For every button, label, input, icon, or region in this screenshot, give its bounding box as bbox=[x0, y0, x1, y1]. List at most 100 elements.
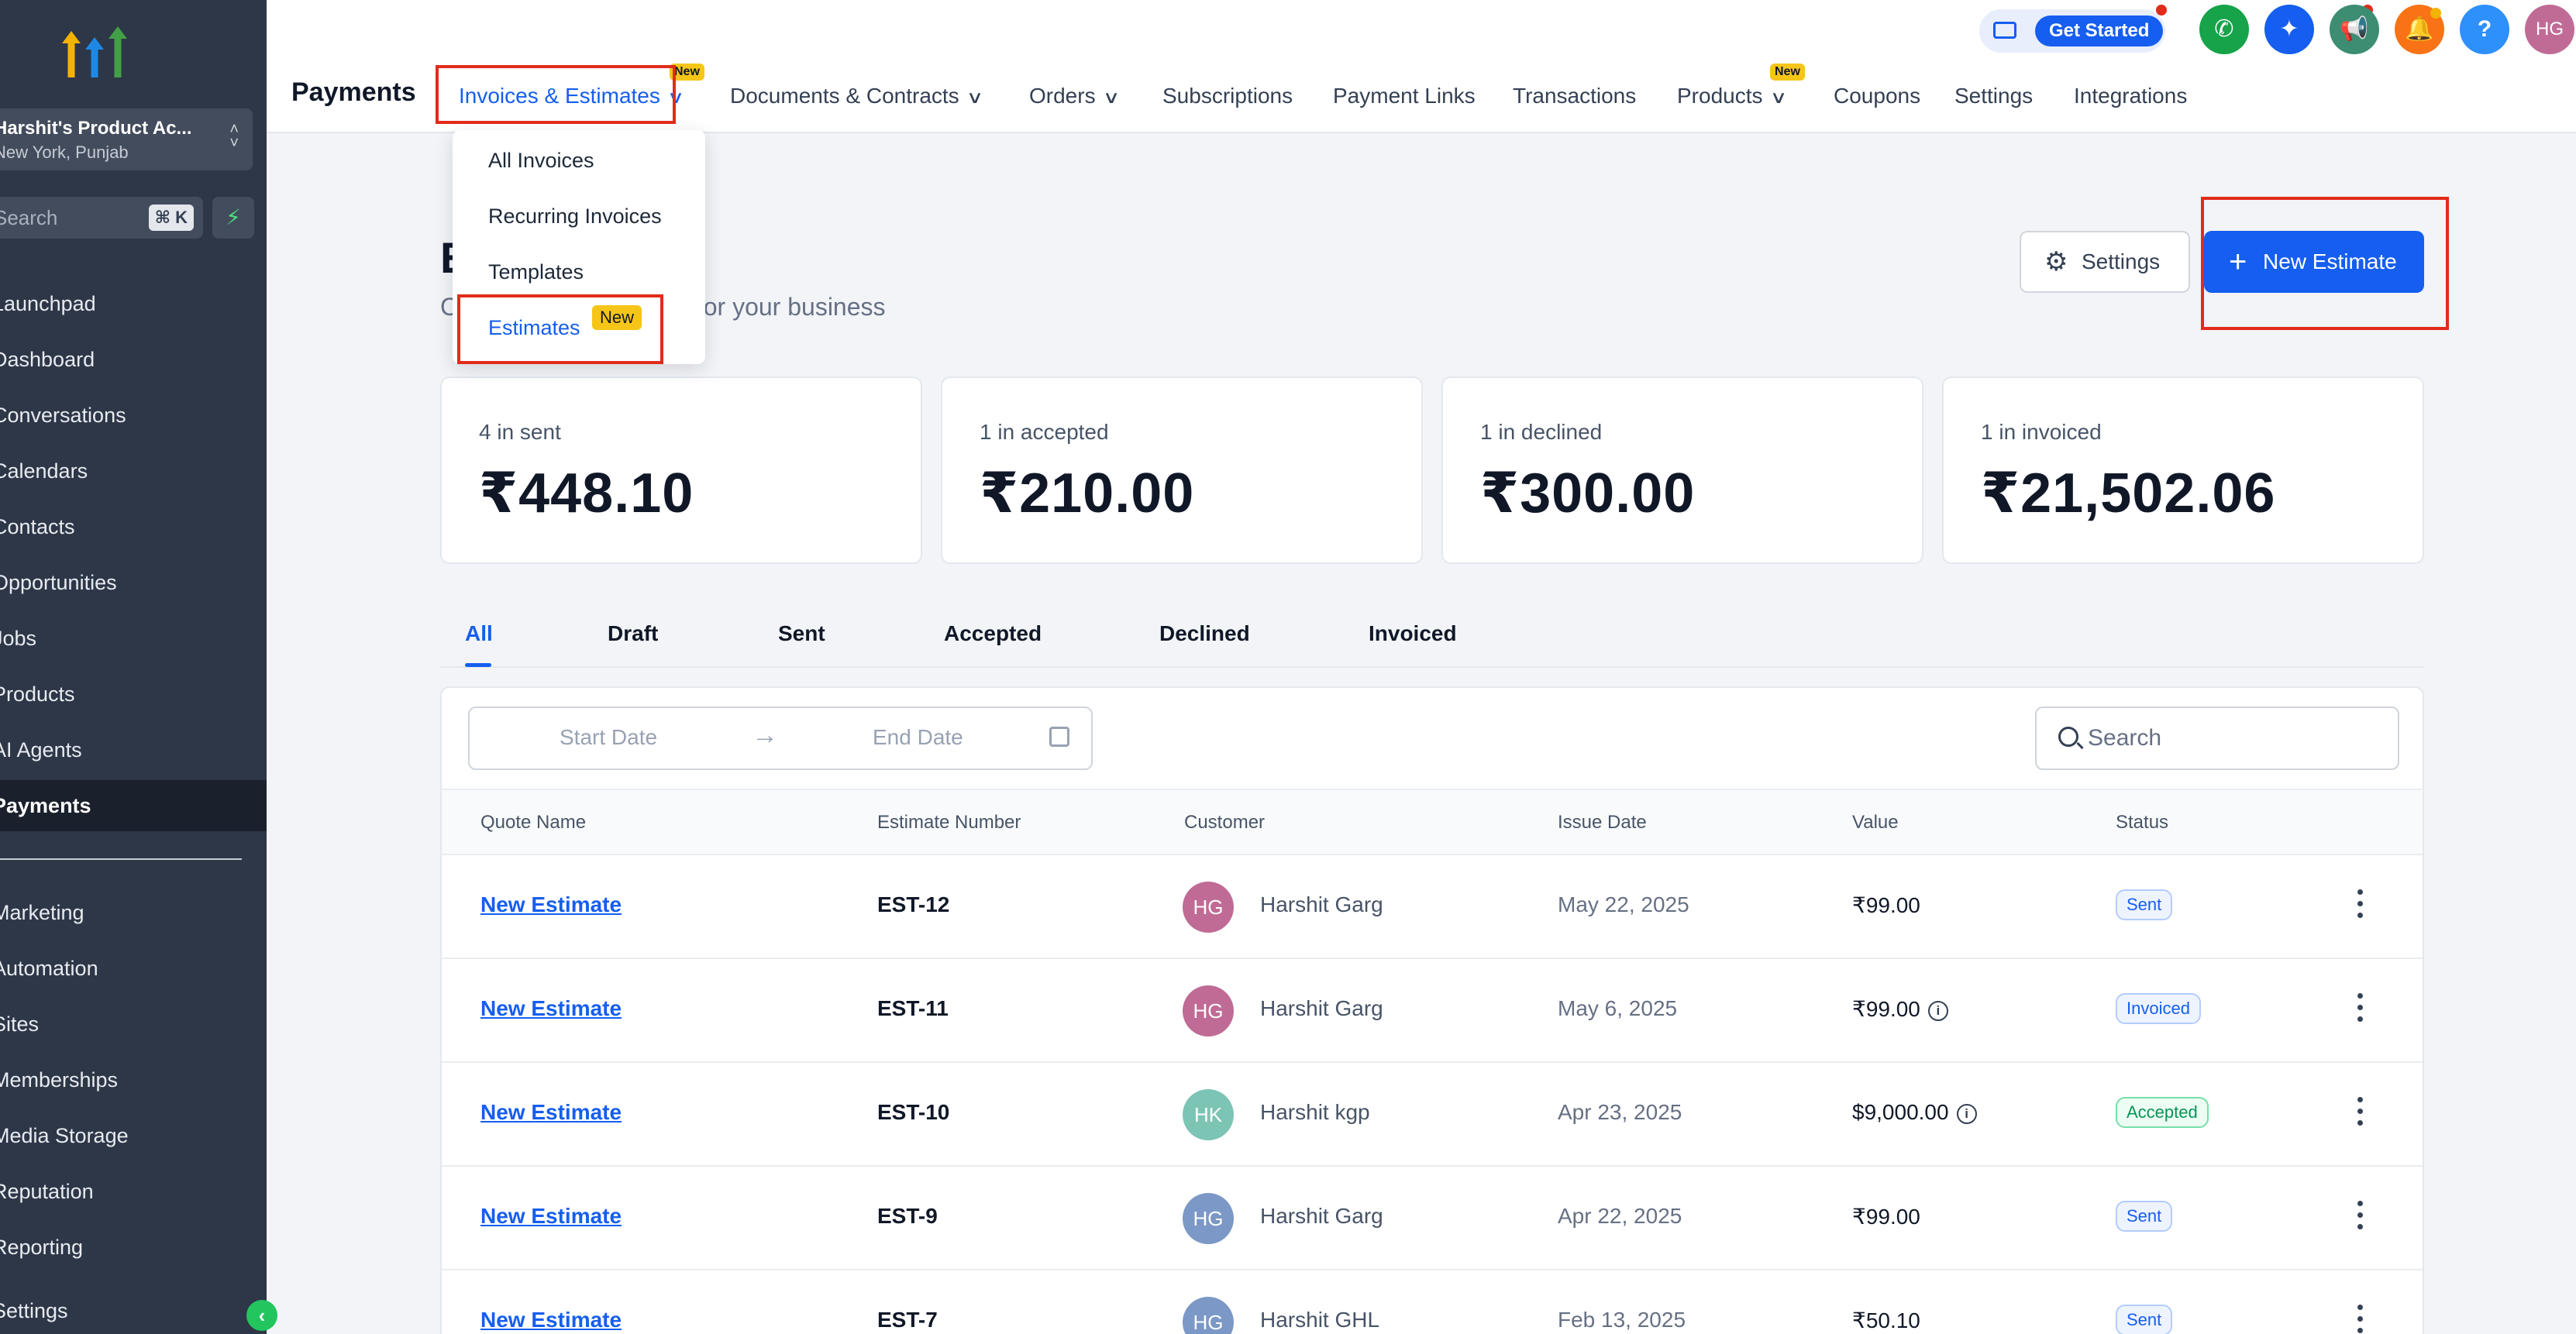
table-row[interactable]: New Estimate EST-9 HG Harshit Garg Apr 2… bbox=[442, 1167, 2423, 1270]
sidebar-item-reputation[interactable]: Reputation bbox=[0, 1166, 267, 1217]
tab-transactions[interactable]: Transactions bbox=[1513, 84, 1636, 108]
get-started-widget[interactable]: Get Started bbox=[1979, 9, 2165, 53]
sidebar-item-label: Memberships bbox=[0, 1068, 119, 1092]
sidebar-search[interactable]: Search ⌘ K bbox=[0, 197, 203, 239]
date-range-picker[interactable]: Start Date → End Date bbox=[468, 707, 1093, 770]
tab-label: Transactions bbox=[1513, 84, 1637, 108]
settings-button-label: Settings bbox=[2082, 249, 2161, 273]
page-title: Payments bbox=[291, 77, 416, 107]
phone-icon[interactable]: ✆ bbox=[2199, 5, 2249, 54]
customer-avatar: HG bbox=[1183, 1297, 1234, 1334]
menu-item-templates[interactable]: Templates bbox=[488, 260, 584, 284]
more-options-icon[interactable] bbox=[2354, 990, 2365, 1029]
sidebar-item-label: Jobs bbox=[0, 627, 37, 650]
filter-tab-declined[interactable]: Declined bbox=[1159, 621, 1250, 646]
sidebar-item-jobs[interactable]: Jobs bbox=[0, 613, 267, 664]
sidebar-item-label: Reporting bbox=[0, 1236, 84, 1259]
user-avatar[interactable]: HG bbox=[2525, 5, 2574, 54]
issue-date: Apr 23, 2025 bbox=[1558, 1100, 1682, 1124]
table-row[interactable]: New Estimate EST-7 HG Harshit GHL Feb 13… bbox=[442, 1270, 2423, 1334]
sidebar-item-ai-agents[interactable]: AI Agents bbox=[0, 724, 267, 775]
sidebar-item-memberships[interactable]: Memberships bbox=[0, 1054, 267, 1105]
sidebar-item-launchpad[interactable]: Launchpad bbox=[0, 278, 267, 329]
quote-name-link[interactable]: New Estimate bbox=[480, 996, 622, 1021]
table-header: Quote Name Estimate Number Customer Issu… bbox=[442, 789, 2423, 855]
tab-documents-contracts[interactable]: Documents & Contracts ∨ bbox=[730, 84, 983, 108]
sidebar-item-marketing[interactable]: Marketing bbox=[0, 887, 267, 938]
customer-avatar: HG bbox=[1183, 1193, 1234, 1244]
announcement-icon[interactable]: 📢 bbox=[2330, 5, 2379, 54]
tab-label: Products bbox=[1677, 84, 1763, 108]
table-search-input[interactable]: Search bbox=[2035, 707, 2399, 770]
settings-button[interactable]: ⚙ Settings bbox=[2020, 231, 2190, 293]
tab-payment-links[interactable]: Payment Links bbox=[1333, 84, 1476, 108]
filter-tab-accepted[interactable]: Accepted bbox=[944, 621, 1042, 646]
filter-tab-invoiced[interactable]: Invoiced bbox=[1369, 621, 1457, 646]
tab-subscriptions[interactable]: Subscriptions bbox=[1162, 84, 1293, 108]
stat-card-sent[interactable]: 4 in sent ₹448.10 bbox=[440, 376, 922, 564]
sidebar-item-products[interactable]: Products bbox=[0, 669, 267, 720]
account-location: New York, Punjab bbox=[0, 143, 129, 162]
filter-tab-all[interactable]: All bbox=[465, 621, 493, 646]
help-icon[interactable]: ? bbox=[2460, 5, 2509, 54]
customer-name: Harshit GHL bbox=[1260, 1308, 1380, 1332]
account-switcher[interactable]: Harshit's Product Ac... New York, Punjab… bbox=[0, 108, 253, 170]
column-header[interactable]: Value bbox=[1852, 812, 1899, 834]
ai-sparkle-icon[interactable]: ✦ bbox=[2264, 5, 2314, 54]
start-date-placeholder: Start Date bbox=[560, 725, 658, 749]
quote-name-link[interactable]: New Estimate bbox=[480, 892, 622, 917]
sidebar-item-dashboard[interactable]: Dashboard bbox=[0, 334, 267, 385]
sidebar-item-label: Dashboard bbox=[0, 348, 95, 371]
more-options-icon[interactable] bbox=[2354, 1301, 2365, 1334]
table-row[interactable]: New Estimate EST-11 HG Harshit Garg May … bbox=[442, 959, 2423, 1063]
get-started-button[interactable]: Get Started bbox=[2035, 15, 2164, 46]
column-header[interactable]: Status bbox=[2116, 812, 2168, 834]
sidebar-item-sites[interactable]: Sites bbox=[0, 999, 267, 1050]
tab-products[interactable]: Products ∨ bbox=[1677, 84, 1787, 108]
estimate-value: ₹99.00 bbox=[1852, 997, 1920, 1021]
column-header[interactable]: Issue Date bbox=[1558, 812, 1647, 834]
sidebar-item-opportunities[interactable]: Opportunities bbox=[0, 557, 267, 608]
tab-orders[interactable]: Orders ∨ bbox=[1029, 84, 1120, 108]
menu-item-recurring-invoices[interactable]: Recurring Invoices bbox=[488, 205, 662, 229]
stat-card-invoiced[interactable]: 1 in invoiced ₹21,502.06 bbox=[1942, 376, 2424, 564]
sidebar-item-reporting[interactable]: Reporting bbox=[0, 1222, 267, 1273]
more-options-icon[interactable] bbox=[2354, 886, 2365, 925]
filter-tab-sent[interactable]: Sent bbox=[778, 621, 825, 646]
quote-name-link[interactable]: New Estimate bbox=[480, 1204, 622, 1229]
customer-name: Harshit Garg bbox=[1260, 996, 1383, 1020]
table-row[interactable]: New Estimate EST-12 HG Harshit Garg May … bbox=[442, 855, 2423, 959]
quote-name-link[interactable]: New Estimate bbox=[480, 1100, 622, 1125]
tab-coupons[interactable]: Coupons bbox=[1834, 84, 1920, 108]
end-date-placeholder: End Date bbox=[873, 725, 963, 749]
tab-integrations[interactable]: Integrations bbox=[2074, 84, 2187, 108]
stat-card-declined[interactable]: 1 in declined ₹300.00 bbox=[1441, 376, 1923, 564]
column-header[interactable]: Estimate Number bbox=[877, 812, 1021, 834]
menu-item-all-invoices[interactable]: All Invoices bbox=[488, 149, 594, 173]
status-badge: Sent bbox=[2116, 889, 2173, 920]
sidebar-collapse-chevron-icon[interactable]: ‹ bbox=[246, 1300, 277, 1331]
info-icon[interactable]: i bbox=[1956, 1104, 1977, 1124]
table-row[interactable]: New Estimate EST-10 HK Harshit kgp Apr 2… bbox=[442, 1063, 2423, 1167]
sidebar-item-payments[interactable]: Payments bbox=[0, 780, 267, 831]
quick-action-bolt-icon[interactable]: ⚡ bbox=[212, 197, 254, 239]
stat-card-accepted[interactable]: 1 in accepted ₹210.00 bbox=[941, 376, 1423, 564]
sidebar-item-media-storage[interactable]: Media Storage bbox=[0, 1110, 267, 1161]
more-options-icon[interactable] bbox=[2354, 1094, 2365, 1133]
sidebar-item-label: Media Storage bbox=[0, 1124, 129, 1147]
sidebar-item-settings[interactable]: Settings bbox=[0, 1285, 267, 1334]
customer-avatar: HG bbox=[1183, 882, 1234, 933]
quote-name-link[interactable]: New Estimate bbox=[480, 1308, 622, 1332]
tab-settings[interactable]: Settings bbox=[1954, 84, 2033, 108]
sidebar-item-label: Opportunities bbox=[0, 571, 117, 594]
sidebar-item-automation[interactable]: Automation bbox=[0, 943, 267, 994]
sidebar-item-calendars[interactable]: Calendars bbox=[0, 445, 267, 497]
sidebar-item-contacts[interactable]: Contacts bbox=[0, 501, 267, 552]
column-header[interactable]: Customer bbox=[1184, 812, 1265, 834]
more-options-icon[interactable] bbox=[2354, 1198, 2365, 1236]
filter-tab-draft[interactable]: Draft bbox=[608, 621, 658, 646]
info-icon[interactable]: i bbox=[1927, 1001, 1948, 1021]
column-header[interactable]: Quote Name bbox=[480, 812, 586, 834]
arrow-right-icon: → bbox=[752, 720, 778, 750]
sidebar-item-conversations[interactable]: Conversations bbox=[0, 390, 267, 441]
